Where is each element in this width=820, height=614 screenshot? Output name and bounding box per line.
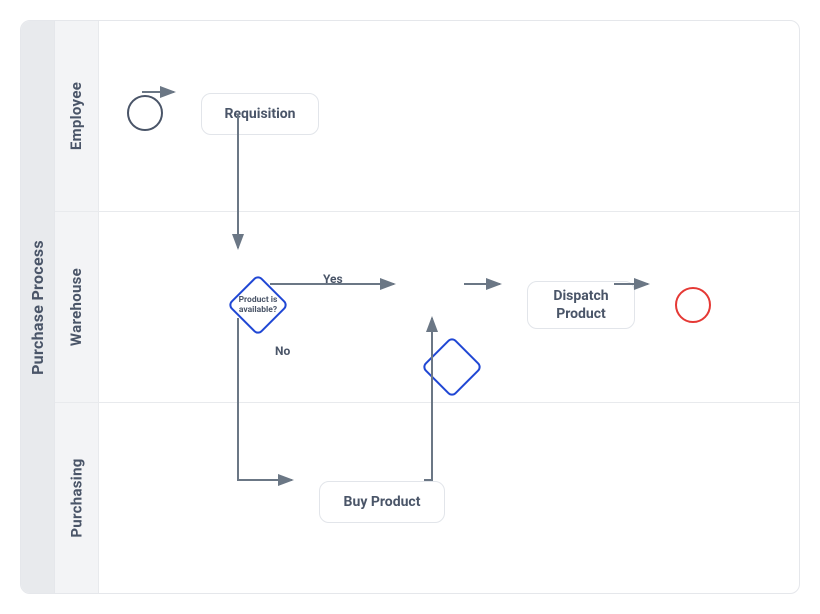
gateway-shape-icon [421,336,483,398]
edge-label-no: No [275,344,290,358]
task-requisition: Requisition [201,93,319,135]
lane-warehouse: Warehouse Product is available? Yes No D… [55,212,799,403]
task-buy: Buy Product [319,481,445,523]
gateway-available: Product is available? [227,274,289,336]
pool-header: Purchase Process [21,21,55,593]
lane-title: Employee [68,82,86,150]
gateway-merge [421,336,483,398]
task-label: Requisition [224,105,295,123]
lane-body-warehouse: Product is available? Yes No Dispatch Pr… [99,212,799,402]
pool-title: Purchase Process [28,240,47,375]
lane-title: Purchasing [68,458,86,537]
lanes-container: Employee Requisition Warehouse Product i… [55,21,799,593]
task-dispatch: Dispatch Product [527,281,635,329]
edge-label-yes: Yes [323,272,343,286]
gateway-label: Product is available? [227,274,289,336]
lane-header-employee: Employee [55,21,99,211]
task-label: Buy Product [344,493,421,511]
end-event [675,287,711,323]
lane-employee: Employee Requisition [55,21,799,212]
lane-header-purchasing: Purchasing [55,403,99,593]
bpmn-diagram: Purchase Process Employee Requisition Wa… [20,20,800,594]
start-event [127,95,163,131]
lane-title: Warehouse [68,268,86,346]
lane-body-employee: Requisition [99,21,799,211]
lane-body-purchasing: Buy Product [99,403,799,593]
task-label: Dispatch Product [553,287,608,323]
lane-header-warehouse: Warehouse [55,212,99,402]
lane-purchasing: Purchasing Buy Product [55,403,799,593]
